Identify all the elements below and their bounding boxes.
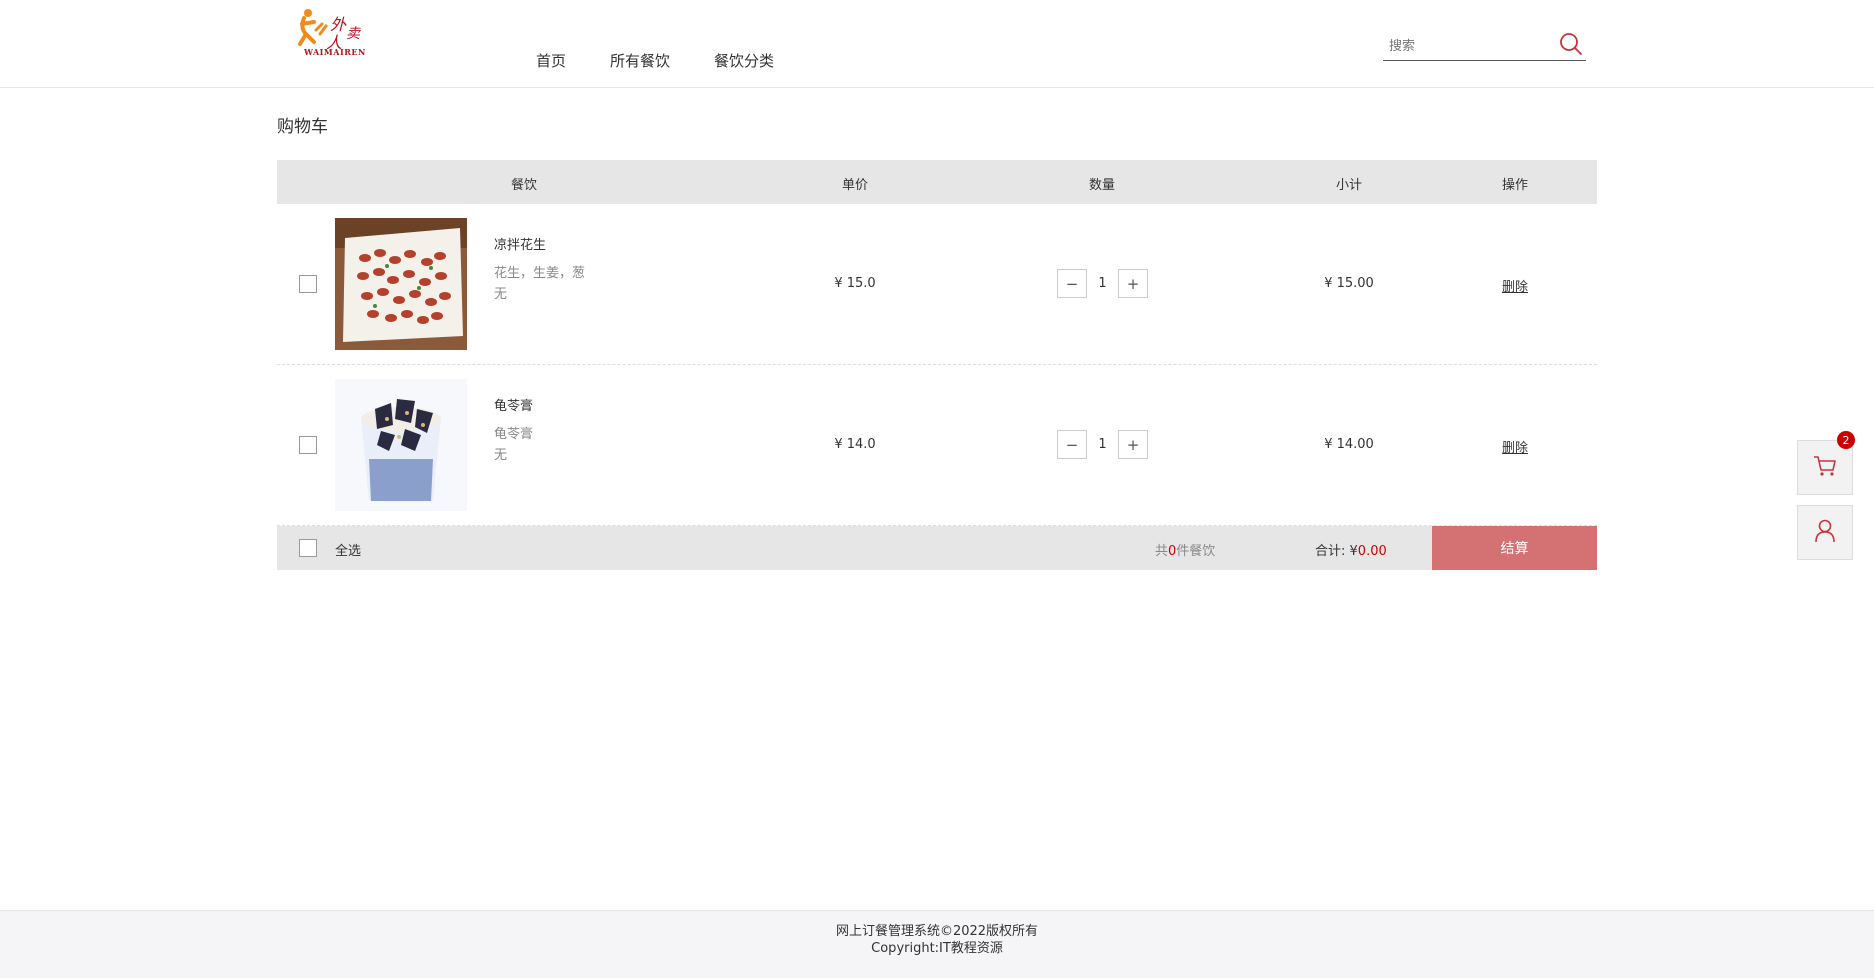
food-note: 无 — [494, 287, 508, 302]
page-title: 购物车 — [277, 117, 328, 137]
delete-link[interactable]: 删除 — [1502, 437, 1528, 456]
search-icon[interactable] — [1558, 31, 1584, 57]
checkout-button[interactable]: 结算 — [1432, 526, 1597, 570]
logo-wordmark: WAIMAIREN — [304, 47, 366, 57]
nav-all-food[interactable]: 所有餐饮 — [610, 50, 670, 71]
side-user-button[interactable] — [1797, 505, 1853, 560]
header-subtotal: 小计 — [1335, 178, 1363, 193]
side-cart-button[interactable]: 2 — [1797, 431, 1855, 495]
svg-text:卖: 卖 — [346, 26, 361, 42]
item-count: 共0件餐饮 — [1155, 540, 1215, 559]
food-desc: 花生，生姜，葱 无 — [494, 263, 585, 305]
cart-summary-bar: 全选 共0件餐饮 合计: ¥0.00 结算 — [277, 526, 1597, 570]
unit-price: ¥ 14.0 — [834, 437, 876, 452]
row-checkbox[interactable] — [299, 275, 317, 293]
header-food: 餐饮 — [510, 178, 538, 193]
food-name[interactable]: 龟苓膏 — [494, 395, 533, 414]
food-image-guilinggao[interactable] — [335, 379, 467, 511]
food-desc: 龟苓膏 无 — [494, 424, 533, 466]
search-box — [1383, 28, 1586, 61]
total-label: 合计: — [1315, 544, 1350, 559]
cart-table: 餐饮 单价 数量 小计 操作 凉拌花生 花生，生姜，葱 无 ¥ 15.0 − 1… — [277, 160, 1597, 570]
footer-credit: Copyright:IT教程资源 — [871, 941, 1003, 956]
count-prefix: 共 — [1155, 544, 1169, 559]
subtotal: ¥ 14.00 — [1324, 437, 1374, 452]
total-price: 合计: ¥0.00 — [1315, 540, 1387, 559]
qty-value: 1 — [1098, 437, 1107, 452]
qty-decrease-button[interactable]: − — [1057, 269, 1087, 298]
qty-increase-button[interactable]: + — [1118, 269, 1148, 298]
qty-decrease-button[interactable]: − — [1057, 430, 1087, 459]
total-currency: ¥ — [1349, 544, 1358, 559]
header-quantity: 数量 — [1088, 178, 1116, 193]
search-input[interactable] — [1389, 36, 1549, 56]
unit-price: ¥ 15.0 — [834, 276, 876, 291]
table-row: 龟苓膏 龟苓膏 无 ¥ 14.0 − 1 + ¥ 14.00 删除 — [277, 365, 1597, 526]
site-footer: 网上订餐管理系统©2022版权所有 Copyright:IT教程资源 — [0, 910, 1874, 978]
footer-copyright: 网上订餐管理系统©2022版权所有 — [835, 924, 1039, 939]
site-header: 外 卖 人 WAIMAIREN 首页 所有餐饮 餐饮分类 — [0, 0, 1874, 88]
table-header: 餐饮 单价 数量 小计 操作 — [277, 160, 1597, 204]
header-action: 操作 — [1501, 178, 1529, 193]
nav-home[interactable]: 首页 — [536, 50, 566, 71]
select-all-label[interactable]: 全选 — [335, 540, 361, 559]
food-name[interactable]: 凉拌花生 — [494, 234, 546, 253]
food-note: 无 — [494, 448, 508, 463]
subtotal: ¥ 15.00 — [1324, 276, 1374, 291]
cart-icon — [1813, 455, 1837, 481]
table-row: 凉拌花生 花生，生姜，葱 无 ¥ 15.0 − 1 + ¥ 15.00 删除 — [277, 204, 1597, 365]
quantity-stepper: − 1 + — [1057, 430, 1148, 459]
svg-text:外: 外 — [330, 15, 347, 34]
header-price: 单价 — [841, 178, 869, 193]
quantity-stepper: − 1 + — [1057, 269, 1148, 298]
user-icon — [1814, 519, 1836, 547]
count-suffix: 件餐饮 — [1176, 544, 1216, 559]
qty-increase-button[interactable]: + — [1118, 430, 1148, 459]
food-image-peanuts[interactable] — [335, 218, 467, 350]
main-nav: 首页 所有餐饮 餐饮分类 — [536, 50, 774, 71]
select-all-checkbox[interactable] — [299, 539, 317, 557]
qty-value: 1 — [1098, 276, 1107, 291]
delete-link[interactable]: 删除 — [1502, 276, 1528, 295]
row-checkbox[interactable] — [299, 436, 317, 454]
food-ingredients: 龟苓膏 — [494, 427, 534, 442]
nav-categories[interactable]: 餐饮分类 — [714, 50, 774, 71]
food-ingredients: 花生，生姜，葱 — [494, 266, 586, 281]
cart-count-badge: 2 — [1837, 431, 1855, 449]
total-amount: 0.00 — [1357, 544, 1387, 559]
